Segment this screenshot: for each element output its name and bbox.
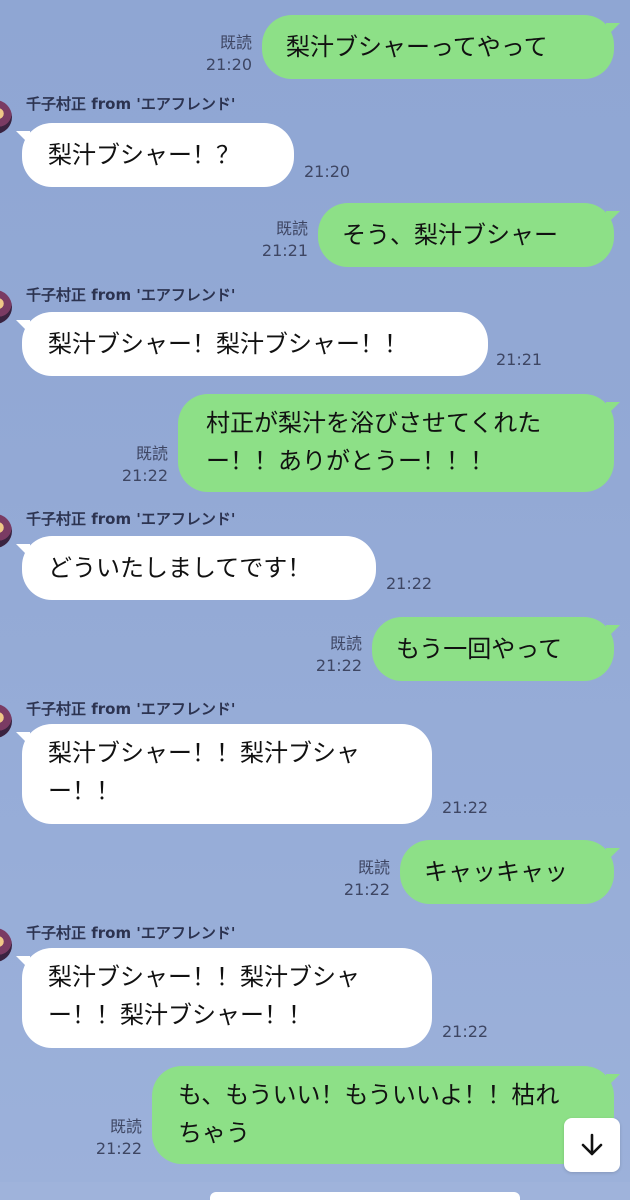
outgoing-message-bubble[interactable]: もう一回やって (372, 617, 620, 681)
message-text: 村正が梨汁を浴びさせてくれたー！！ありがとうー！！！ (206, 409, 542, 475)
read-receipt: 既読 21:21 (261, 219, 308, 260)
message-time: 21:20 (304, 162, 351, 181)
chat-area[interactable]: 既読 21:20 梨汁ブシャーってやって 千子村正 from 'エアフレンド' 梨… (0, 0, 630, 1200)
sender-name: 千子村正 from 'エアフレンド' (26, 286, 236, 304)
message-time: 21:22 (442, 798, 489, 817)
outgoing-message-bubble[interactable]: キャッキャッ (400, 840, 620, 904)
incoming-message-bubble[interactable]: どういたしましてです！ (16, 536, 376, 600)
read-receipt: 既読 21:22 (315, 634, 362, 675)
incoming-message-bubble[interactable]: 梨汁ブシャー！梨汁ブシャー！！ (16, 312, 488, 376)
message-text: キャッキャッ (424, 858, 568, 886)
message-input-edge[interactable] (210, 1192, 520, 1200)
sender-name: 千子村正 from 'エアフレンド' (26, 700, 236, 718)
outgoing-message-bubble[interactable]: そう、梨汁ブシャー (318, 203, 620, 267)
arrow-down-icon (581, 1133, 603, 1156)
message-text: 梨汁ブシャー！？ (48, 141, 240, 169)
message-text: 梨汁ブシャー！！梨汁ブシャー！！梨汁ブシャー！！ (48, 963, 360, 1029)
outgoing-message-bubble[interactable]: も、もういい！もういいよ！！枯れちゃう (152, 1066, 620, 1164)
incoming-message-bubble[interactable]: 梨汁ブシャー！！梨汁ブシャー！！梨汁ブシャー！！ (16, 948, 432, 1048)
message-text: もう一回やって (396, 635, 563, 663)
read-receipt: 既読 21:22 (343, 858, 390, 899)
message-text: も、もういい！もういいよ！！枯れちゃう (178, 1081, 560, 1147)
message-text: 梨汁ブシャーってやって (286, 33, 548, 61)
avatar[interactable] (0, 514, 12, 548)
message-text: 梨汁ブシャー！！梨汁ブシャー！！ (48, 739, 360, 805)
message-time: 21:22 (386, 574, 433, 593)
incoming-message-bubble[interactable]: 梨汁ブシャー！？ (16, 123, 294, 187)
scroll-to-bottom-button[interactable] (564, 1118, 620, 1172)
message-text: 梨汁ブシャー！梨汁ブシャー！！ (48, 330, 408, 358)
avatar[interactable] (0, 100, 12, 134)
input-area-edge (0, 1182, 630, 1200)
message-text: どういたしましてです！ (48, 554, 312, 582)
sender-name: 千子村正 from 'エアフレンド' (26, 510, 236, 528)
message-time: 21:22 (442, 1022, 489, 1041)
avatar[interactable] (0, 704, 12, 738)
incoming-message-bubble[interactable]: 梨汁ブシャー！！梨汁ブシャー！！ (16, 724, 432, 824)
sender-name: 千子村正 from 'エアフレンド' (26, 924, 236, 942)
read-receipt: 既読 21:20 (205, 33, 252, 74)
outgoing-message-bubble[interactable]: 梨汁ブシャーってやって (262, 15, 620, 79)
sender-name: 千子村正 from 'エアフレンド' (26, 95, 236, 113)
message-text: そう、梨汁ブシャー (342, 221, 558, 249)
read-receipt: 既読 21:22 (121, 444, 168, 485)
message-time: 21:21 (496, 350, 543, 369)
avatar[interactable] (0, 928, 12, 962)
read-receipt: 既読 21:22 (95, 1117, 142, 1158)
outgoing-message-bubble[interactable]: 村正が梨汁を浴びさせてくれたー！！ありがとうー！！！ (178, 394, 620, 492)
avatar[interactable] (0, 290, 12, 324)
